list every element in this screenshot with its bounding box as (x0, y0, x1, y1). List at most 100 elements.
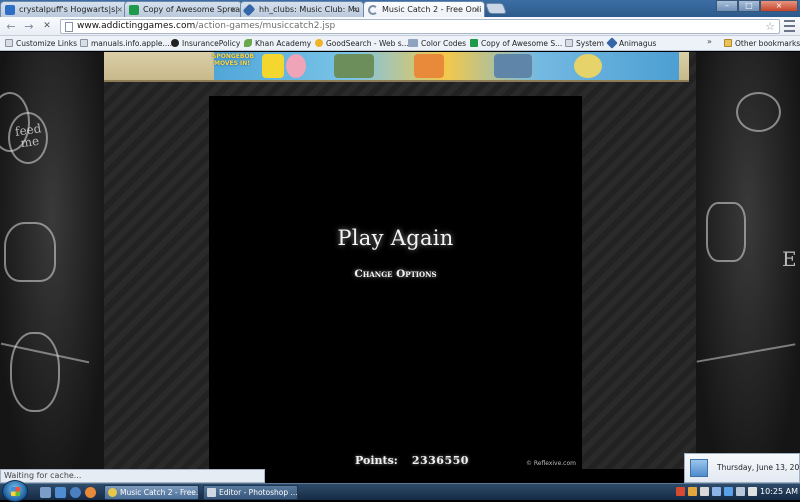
close-window-button[interactable]: × (760, 0, 798, 12)
chalk-tiki (706, 202, 746, 262)
tab-title: crystalpuff's Hogwarts|s| (19, 5, 119, 14)
taskbar-item-label: Editor - Photoshop ... (219, 488, 298, 497)
folder-icon (724, 39, 732, 47)
game-canvas[interactable]: Play Again Change Options Points: 2336550… (209, 96, 582, 469)
page-icon (5, 39, 13, 47)
points-display: Points: 2336550 (355, 454, 469, 467)
bookmark-item[interactable]: manuals.info.apple.... (80, 38, 172, 49)
other-bookmarks-folder[interactable]: Other bookmarks (724, 38, 800, 49)
more-bookmarks-chevron[interactable]: » (707, 37, 712, 46)
chalk-letter: E (782, 247, 797, 271)
bookmark-label: Color Codes (421, 39, 467, 48)
leaf-icon (244, 39, 252, 47)
page-icon (565, 39, 573, 47)
bookmark-item[interactable]: Color Codes (408, 38, 466, 49)
bookmark-label: InsurancePolicy (182, 39, 241, 48)
volume-icon[interactable] (736, 487, 745, 496)
tab-title: Copy of Awesome Spread (143, 5, 242, 14)
taskbar-item-label: Music Catch 2 - Free... (120, 488, 199, 497)
bookmark-star-icon[interactable]: ☆ (765, 20, 775, 33)
windows-taskbar: Music Catch 2 - Free... Editor - Photosh… (0, 480, 800, 502)
close-tab-icon[interactable]: × (352, 2, 359, 17)
chalk-ninja (10, 332, 60, 412)
sheets-icon (470, 39, 478, 47)
date-notification[interactable]: Thursday, June 13, 2013 (684, 453, 800, 483)
chalk-bubble (8, 112, 48, 164)
taskbar-item-music-catch[interactable]: Music Catch 2 - Free... (104, 485, 199, 500)
chrome-icon (108, 488, 117, 497)
page-icon (80, 39, 88, 47)
bookmarks-bar: Customize Links manuals.info.apple.... I… (0, 36, 800, 51)
close-tab-icon[interactable]: × (473, 2, 480, 17)
change-options-button[interactable]: Change Options (209, 268, 582, 280)
window-controls: – □ × (716, 0, 798, 12)
minimize-button[interactable]: – (716, 0, 738, 12)
hg-icon (408, 39, 418, 47)
tray-icon[interactable] (748, 487, 757, 496)
bookmark-item[interactable]: Khan Academy (244, 38, 311, 49)
feather-icon (242, 3, 256, 17)
bookmark-item[interactable]: InsurancePolicy (171, 38, 240, 49)
tray-icon[interactable] (688, 487, 697, 496)
network-icon[interactable] (724, 487, 733, 496)
forward-button[interactable]: → (22, 20, 36, 33)
tab-title: hh_clubs: Music Club: Mu (259, 5, 360, 14)
loading-spinner-icon (368, 5, 378, 15)
tab-favicon-icon (5, 5, 15, 15)
status-bubble: Waiting for cache... (0, 469, 265, 483)
bookmark-label: Animagus (619, 39, 657, 48)
bookmark-item[interactable]: Copy of Awesome S... (470, 38, 562, 49)
points-label: Points: (355, 454, 398, 467)
window-icon (207, 488, 216, 497)
spongebob-figure (262, 54, 284, 78)
chalk-creature (4, 222, 56, 282)
feather-icon (606, 37, 618, 49)
tab-music-catch[interactable]: Music Catch 2 - Free Onli × (363, 1, 485, 17)
insurance-icon (171, 39, 179, 47)
chalkboard-right-decoration: E (696, 52, 800, 469)
site-banner[interactable]: SPONGEBOB MOVES IN! (104, 52, 689, 82)
chalk-stroke (696, 343, 796, 363)
tab-spreadsheet[interactable]: Copy of Awesome Spread × (124, 1, 242, 17)
play-again-button[interactable]: Play Again (209, 226, 582, 250)
taskbar-item-photoshop[interactable]: Editor - Photoshop ... (203, 485, 298, 500)
bookmark-label: Khan Academy (255, 39, 312, 48)
tray-icon[interactable] (700, 487, 709, 496)
taskbar-clock[interactable]: 10:25 AM (760, 485, 798, 499)
maximize-button[interactable]: □ (738, 0, 760, 12)
bookmark-item[interactable]: Animagus (606, 37, 657, 49)
bookmark-label: Customize Links (16, 39, 78, 48)
url-path: /action-games/musiccatch2.jsp (195, 21, 336, 31)
address-bar[interactable]: www.addictinggames.com/action-games/musi… (60, 19, 780, 34)
stop-button[interactable]: ✕ (40, 20, 54, 33)
tray-icon[interactable] (676, 487, 685, 496)
tab-hogwarts[interactable]: crystalpuff's Hogwarts|s| × (0, 1, 128, 17)
show-desktop-icon[interactable] (40, 487, 51, 498)
new-tab-button[interactable] (484, 3, 508, 14)
back-button[interactable]: ← (4, 20, 18, 33)
date-text: Thursday, June 13, 2013 (717, 463, 800, 472)
chrome-quicklaunch-icon[interactable] (70, 487, 81, 498)
close-tab-icon[interactable]: × (116, 2, 123, 17)
banner-brand-logo: SPONGEBOB MOVES IN! (212, 53, 255, 67)
tray-icon[interactable] (712, 487, 721, 496)
close-tab-icon[interactable]: × (230, 2, 237, 17)
bookmark-item[interactable]: Customize Links (5, 38, 77, 49)
tab-music-club[interactable]: hh_clubs: Music Club: Mu × (240, 1, 364, 17)
chrome-menu-icon[interactable] (784, 20, 795, 32)
reflexive-credit: © Reflexive.com (525, 460, 576, 467)
windows-logo-icon (11, 487, 20, 496)
bookmark-label: Copy of Awesome S... (481, 39, 563, 48)
start-button[interactable] (2, 480, 28, 502)
system-tray (676, 487, 757, 498)
url-host: www.addictinggames.com (77, 21, 196, 31)
building-figure (494, 54, 532, 78)
character-figure (574, 54, 602, 78)
bookmark-item[interactable]: System (565, 38, 604, 49)
tab-strip: crystalpuff's Hogwarts|s| × Copy of Awes… (0, 0, 800, 17)
bookmark-item[interactable]: GoodSearch - Web s... (315, 38, 409, 49)
explorer-icon[interactable] (55, 487, 66, 498)
house-figure (334, 54, 374, 78)
firefox-icon[interactable] (85, 487, 96, 498)
chalk-doodle (736, 92, 781, 132)
